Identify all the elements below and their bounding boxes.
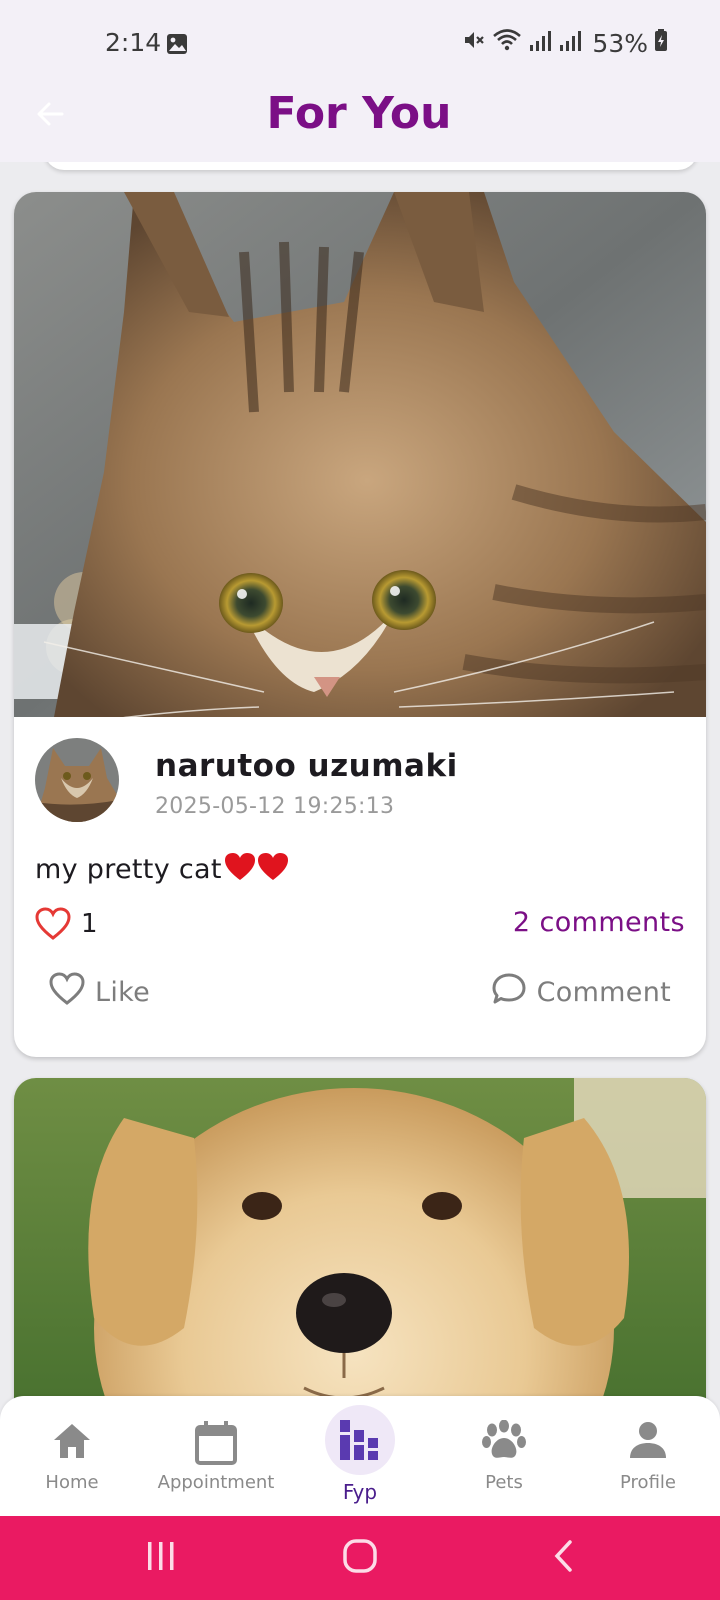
gallery-notification-icon <box>166 32 188 61</box>
home-button[interactable] <box>342 1538 378 1578</box>
comment-button[interactable]: Comment <box>491 972 671 1013</box>
heart-outline-icon <box>35 907 71 945</box>
page-title: For You <box>266 88 452 139</box>
mute-icon <box>462 28 486 58</box>
red-hearts-emoji <box>224 852 290 889</box>
comment-label: Comment <box>536 977 671 1008</box>
recent-apps-button[interactable] <box>146 1538 176 1578</box>
comments-count-link[interactable]: 2 comments <box>513 907 685 938</box>
bottom-navigation: Home Appointment Fyp Pets Profile <box>0 1396 720 1516</box>
nav-label-appointment: Appointment <box>157 1472 275 1493</box>
like-button[interactable]: Like <box>49 972 150 1013</box>
nav-item-profile[interactable]: Profile <box>576 1396 720 1516</box>
nav-item-appointment[interactable]: Appointment <box>144 1396 288 1516</box>
author-name[interactable]: narutoo uzumaki <box>155 748 458 784</box>
paw-icon <box>482 1419 526 1466</box>
back-nav-button[interactable] <box>550 1538 578 1578</box>
like-label: Like <box>95 977 151 1008</box>
avatar[interactable] <box>35 738 119 822</box>
battery-level: 53% <box>592 28 648 58</box>
nav-label-profile: Profile <box>620 1472 676 1493</box>
wifi-icon <box>492 28 522 58</box>
like-count: 1 <box>81 909 98 939</box>
nav-item-home[interactable]: Home <box>0 1396 144 1516</box>
caption-text: my pretty cat <box>35 854 222 885</box>
top-bar: 2:14 53% For You <box>0 0 720 162</box>
post-stats-row: 1 2 comments <box>35 907 685 947</box>
calendar-icon <box>194 1420 238 1470</box>
person-icon <box>628 1420 668 1464</box>
post-card: narutoo uzumaki 2025-05-12 19:25:13 my p… <box>14 192 706 1057</box>
signal-icon-2 <box>558 29 582 58</box>
nav-label-pets: Pets <box>485 1472 523 1493</box>
nav-item-fyp[interactable]: Fyp <box>288 1396 432 1516</box>
post-author-row[interactable]: narutoo uzumaki 2025-05-12 19:25:13 <box>35 738 686 828</box>
signal-icon-1 <box>528 29 552 58</box>
status-bar: 2:14 53% <box>0 0 720 88</box>
post-caption: my pretty cat <box>35 852 290 889</box>
post-timestamp: 2025-05-12 19:25:13 <box>155 794 395 819</box>
battery-charging-icon <box>654 28 668 58</box>
post-actions-row: Like Comment <box>35 972 685 1022</box>
fyp-icon <box>338 1418 382 1466</box>
comment-bubble-icon <box>491 972 527 1013</box>
nav-item-pets[interactable]: Pets <box>432 1396 576 1516</box>
post-image[interactable] <box>14 192 706 717</box>
nav-label-home: Home <box>45 1472 99 1493</box>
system-navigation-bar <box>0 1516 720 1600</box>
heart-outline-icon <box>49 972 85 1013</box>
app-bar: For You <box>0 88 720 162</box>
status-time: 2:14 <box>105 28 162 57</box>
home-icon <box>51 1420 93 1466</box>
nav-label-fyp: Fyp <box>342 1480 378 1504</box>
